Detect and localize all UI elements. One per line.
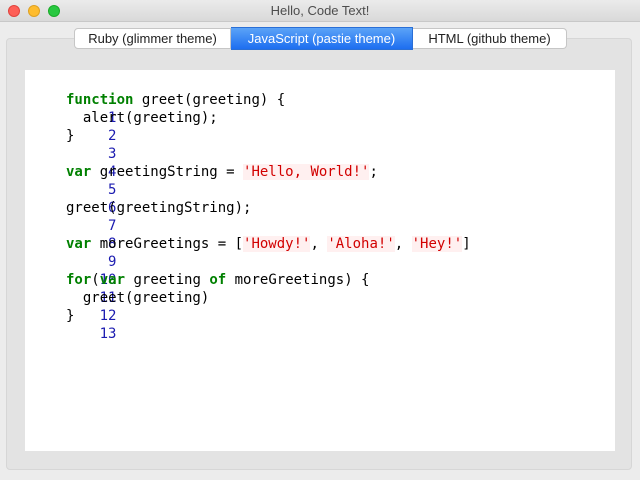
code-text-span: greet(greeting) {	[133, 92, 286, 108]
string-literal: 'Hey!'	[411, 236, 463, 252]
code-text-span: greet(greeting)	[66, 290, 210, 306]
code-text-span: greetingString =	[91, 164, 244, 180]
code-line-10: 10	[25, 253, 117, 288]
code-line-4: 4	[25, 145, 116, 180]
code-text-span: ;	[369, 164, 378, 180]
title-bar[interactable]: Hello, Code Text!	[0, 0, 640, 22]
code-line-2: 2 alert(greeting);	[25, 109, 218, 144]
code-editor[interactable]: 1 function greet(greeting) { 2 alert(gre…	[25, 70, 615, 451]
code-line-8: 8	[25, 217, 116, 252]
tab-ruby[interactable]: Ruby (glimmer theme)	[74, 28, 231, 49]
string-literal: 'Howdy!'	[243, 236, 311, 252]
code-text-span: }	[66, 128, 75, 144]
code-text-span: (	[91, 272, 100, 288]
code-text-span: moreGreetings = [	[91, 236, 244, 252]
keyword: var	[99, 272, 126, 288]
tab-bar: Ruby (glimmer theme) JavaScript (pastie …	[74, 27, 567, 50]
tab-html[interactable]: HTML (github theme)	[413, 28, 567, 49]
code-line-13: 13 }	[25, 307, 116, 342]
tab-javascript[interactable]: JavaScript (pastie theme)	[231, 27, 413, 50]
keyword: for	[66, 272, 92, 288]
code-line-9: 9 var moreGreetings = ['Howdy!', 'Aloha!…	[25, 235, 471, 270]
code-text-span: ]	[462, 236, 471, 252]
keyword: function	[66, 92, 134, 108]
window-title: Hello, Code Text!	[270, 3, 370, 18]
code-line-3: 3 }	[25, 127, 116, 162]
string-literal: 'Hello, World!'	[243, 164, 370, 180]
code-text: 1 function greet(greeting) { 2 alert(gre…	[25, 91, 471, 342]
string-literal: 'Aloha!'	[327, 236, 395, 252]
app-window: Hello, Code Text! Ruby (glimmer theme) J…	[0, 0, 640, 480]
keyword: of	[209, 272, 227, 288]
code-line-6: 6	[25, 181, 116, 216]
code-text-span: greeting	[125, 272, 210, 288]
code-text-span: moreGreetings) {	[226, 272, 370, 288]
keyword: var	[66, 236, 92, 252]
line-number: 13	[99, 326, 117, 342]
code-line-11: 11 for(var greeting of moreGreetings) {	[25, 271, 369, 306]
code-text-span: }	[66, 308, 75, 324]
code-line-12: 12 greet(greeting)	[25, 289, 209, 324]
code-text-span: alert(greeting);	[66, 110, 218, 126]
code-line-7: 7 greet(greetingString);	[25, 199, 251, 234]
code-text-span: greet(greetingString);	[66, 200, 252, 216]
code-text-span: ,	[310, 236, 328, 252]
code-line-1: 1 function greet(greeting) {	[25, 91, 285, 126]
keyword: var	[66, 164, 92, 180]
code-text-span: ,	[394, 236, 412, 252]
code-line-5: 5 var greetingString = 'Hello, World!';	[25, 163, 378, 198]
